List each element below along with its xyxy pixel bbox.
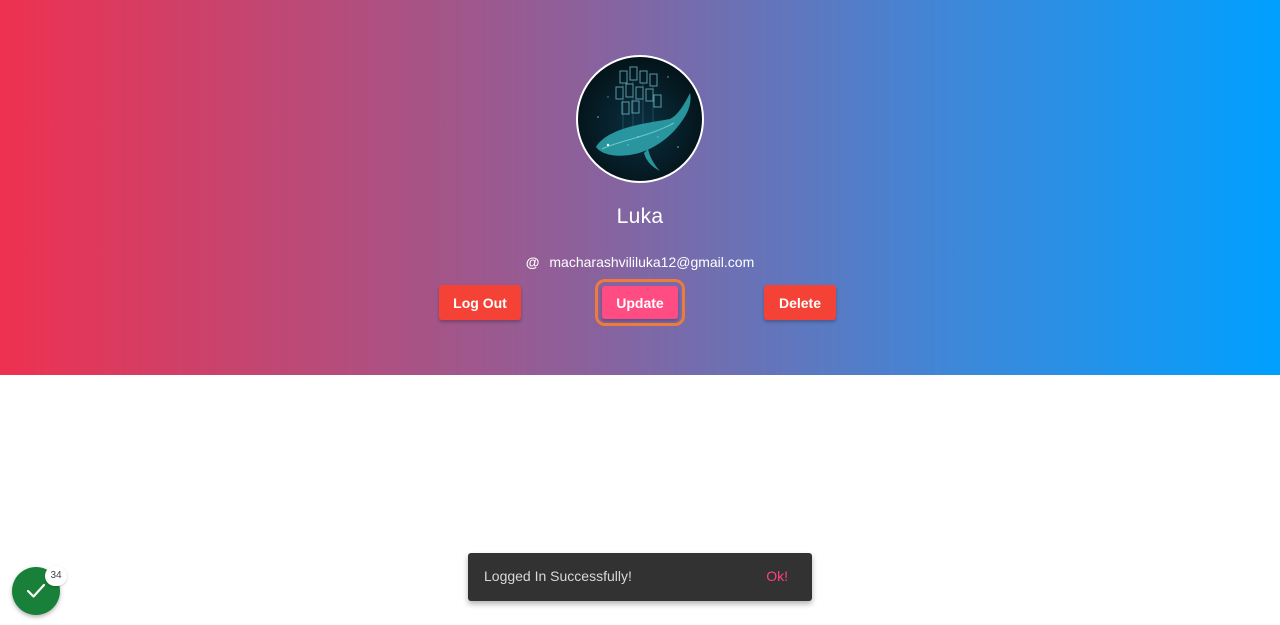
snackbar-ok-button[interactable]: Ok! [766, 568, 788, 584]
profile-header: Luka @ macharashvililuka12@gmail.com Log … [0, 0, 1280, 375]
update-button[interactable]: Update [595, 279, 685, 326]
notification-badge: 34 [45, 566, 67, 586]
check-icon [26, 583, 46, 598]
logout-button[interactable]: Log Out [439, 285, 521, 320]
profile-name: Luka [616, 205, 664, 228]
profile-email: macharashvililuka12@gmail.com [549, 254, 755, 270]
at-icon: @ [525, 254, 540, 270]
snackbar: Logged In Successfully! Ok! [468, 553, 812, 601]
delete-button[interactable]: Delete [764, 285, 836, 320]
snackbar-message: Logged In Successfully! [484, 568, 632, 584]
email-row: @ macharashvililuka12@gmail.com [0, 253, 1280, 271]
whale-avatar-icon [596, 66, 691, 171]
avatar [576, 55, 704, 183]
